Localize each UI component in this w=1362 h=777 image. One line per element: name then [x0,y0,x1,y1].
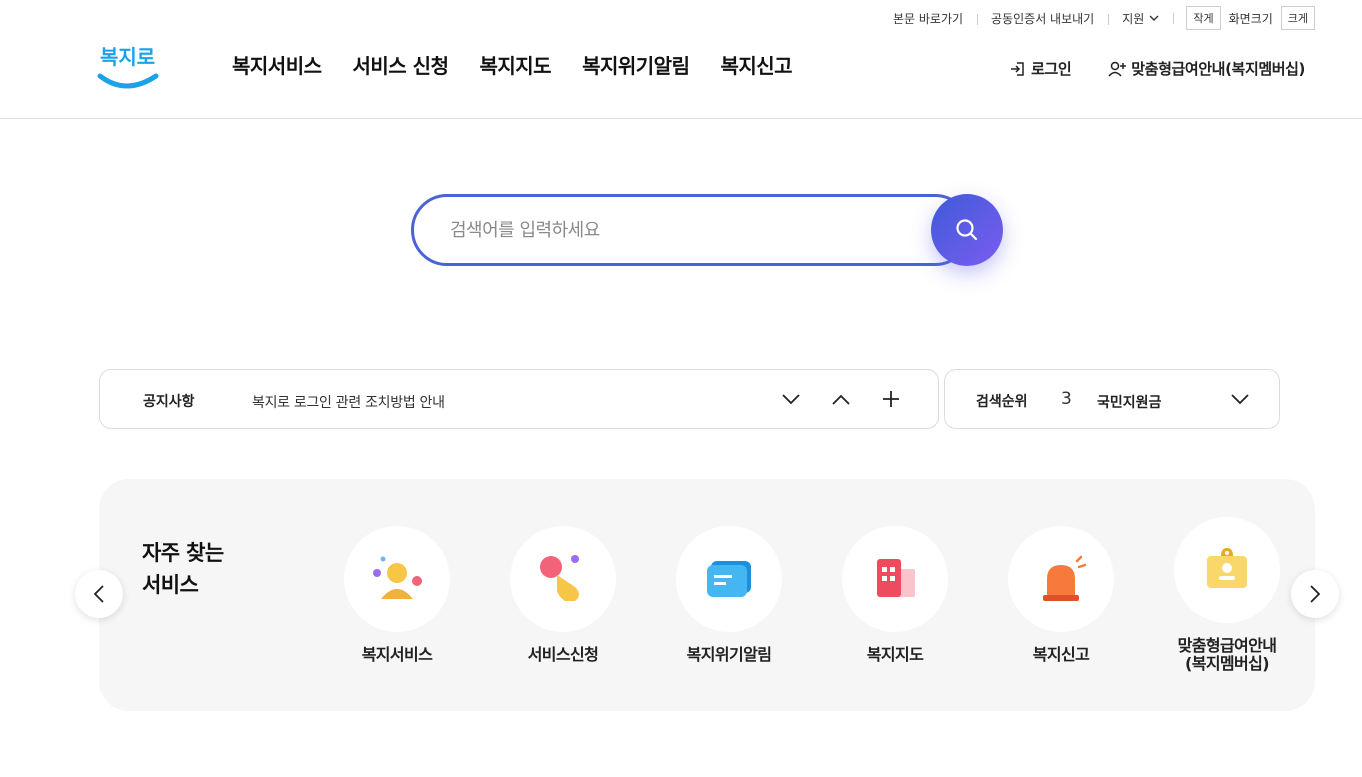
page: 본문 바로가기 공동인증서 내보내기 지원 작게 화면크기 크게 복지로 복지서… [0,0,1362,777]
service-icon-circle [676,526,782,632]
chat-icon [707,561,751,597]
frequent-services: 자주 찾는 서비스 복지서비스 서비스신청 복지위기알림 복지지도 복지신고 맞… [99,479,1315,711]
service-crisis-alert[interactable]: 복지위기알림 [659,526,799,664]
plus-icon [883,391,899,407]
ranking-label: 검색순위 [976,394,1028,410]
person-icon [373,556,422,599]
map-building-icon [877,559,915,597]
chevron-down-icon [782,393,800,404]
service-label: 복지지도 [866,645,924,664]
membership-button[interactable]: 맞춤형급여안내(복지멤버십) [1107,58,1305,79]
logo-mark: 복지로 [97,45,159,89]
service-label-line1: 맞춤형급여안내 [1177,636,1277,655]
service-label: 복지서비스 [361,645,433,664]
nav-crisis-alert[interactable]: 복지위기알림 [582,50,690,79]
service-welfare[interactable]: 복지서비스 [327,526,467,664]
search-ranking: 검색순위 3 국민지원금 [944,369,1280,429]
chevron-up-icon [832,394,850,405]
frequent-title-line1: 자주 찾는 [142,541,224,565]
membership-label: 맞춤형급여안내(복지멤버십) [1131,60,1305,78]
id-badge-icon [1207,548,1247,588]
siren-icon [1043,555,1087,601]
search-icon [956,219,978,241]
nav-welfare-map[interactable]: 복지지도 [479,50,551,79]
service-icon-circle [344,526,450,632]
search-input[interactable] [450,215,920,245]
nav-welfare-report[interactable]: 복지신고 [720,50,792,79]
service-icon-circle [1008,526,1114,632]
service-icon-circle [510,526,616,632]
chevron-down-icon [1149,15,1159,21]
main-nav: 복지서비스 서비스 신청 복지지도 복지위기알림 복지신고 [232,50,793,79]
header: 본문 바로가기 공동인증서 내보내기 지원 작게 화면크기 크게 복지로 복지서… [0,0,1362,119]
notice-prev-button[interactable] [829,387,853,411]
service-welfare-report[interactable]: 복지신고 [991,526,1131,664]
carousel-prev-button[interactable] [75,570,123,618]
service-label: 서비스신청 [527,645,599,664]
font-larger-button[interactable]: 크게 [1280,6,1315,30]
service-label: 복지신고 [1032,645,1090,664]
font-size-label: 화면크기 [1228,11,1273,26]
chevron-right-icon [1310,585,1320,603]
notice-label: 공지사항 [143,394,195,410]
service-icon-circle [1174,517,1280,623]
search-area [411,194,1003,266]
nav-service-apply[interactable]: 서비스 신청 [353,50,449,79]
cert-export-link[interactable]: 공동인증서 내보내기 [977,10,1108,27]
user-add-icon [1108,61,1127,77]
hand-tap-icon [540,555,579,601]
chevron-down-icon [1231,393,1249,404]
search-box [411,194,971,266]
chevron-left-icon [94,585,104,603]
frequent-title-line2: 서비스 [142,573,199,597]
support-dropdown[interactable]: 지원 [1108,10,1173,27]
ranking-keyword[interactable]: 국민지원금 [1097,392,1161,412]
header-actions: 로그인 맞춤형급여안내(복지멤버십) [1009,58,1305,79]
ranking-number: 3 [1061,389,1072,409]
search-button[interactable] [931,194,1003,266]
carousel-next-button[interactable] [1291,570,1339,618]
frequent-title: 자주 찾는 서비스 [142,537,224,601]
utility-bar: 본문 바로가기 공동인증서 내보내기 지원 작게 화면크기 크게 [879,6,1315,30]
logo[interactable]: 복지로 [96,36,160,92]
support-label: 지원 [1122,11,1145,26]
notice-text[interactable]: 복지로 로그인 관련 조치방법 안내 [252,392,445,412]
login-label: 로그인 [1031,60,1072,78]
service-label-line2: (복지멤버십) [1184,654,1270,673]
service-label: 복지위기알림 [686,645,772,664]
notice-bar: 공지사항 복지로 로그인 관련 조치방법 안내 [99,369,939,429]
login-button[interactable]: 로그인 [1009,58,1072,79]
notice-more-button[interactable] [879,387,903,411]
font-smaller-button[interactable]: 작게 [1186,6,1221,30]
service-icon-circle [842,526,948,632]
nav-welfare-services[interactable]: 복지서비스 [232,50,322,79]
notice-next-button[interactable] [779,387,803,411]
service-membership[interactable]: 맞춤형급여안내 (복지멤버십) [1157,517,1297,673]
login-icon [1011,61,1024,76]
logo-text: 복지로 [100,45,155,69]
divider [1173,12,1175,24]
service-apply[interactable]: 서비스신청 [493,526,633,664]
service-label: 맞춤형급여안내 (복지멤버십) [1157,637,1297,673]
skip-to-content-link[interactable]: 본문 바로가기 [879,10,977,27]
ranking-expand-button[interactable] [1228,387,1252,411]
service-welfare-map[interactable]: 복지지도 [825,526,965,664]
